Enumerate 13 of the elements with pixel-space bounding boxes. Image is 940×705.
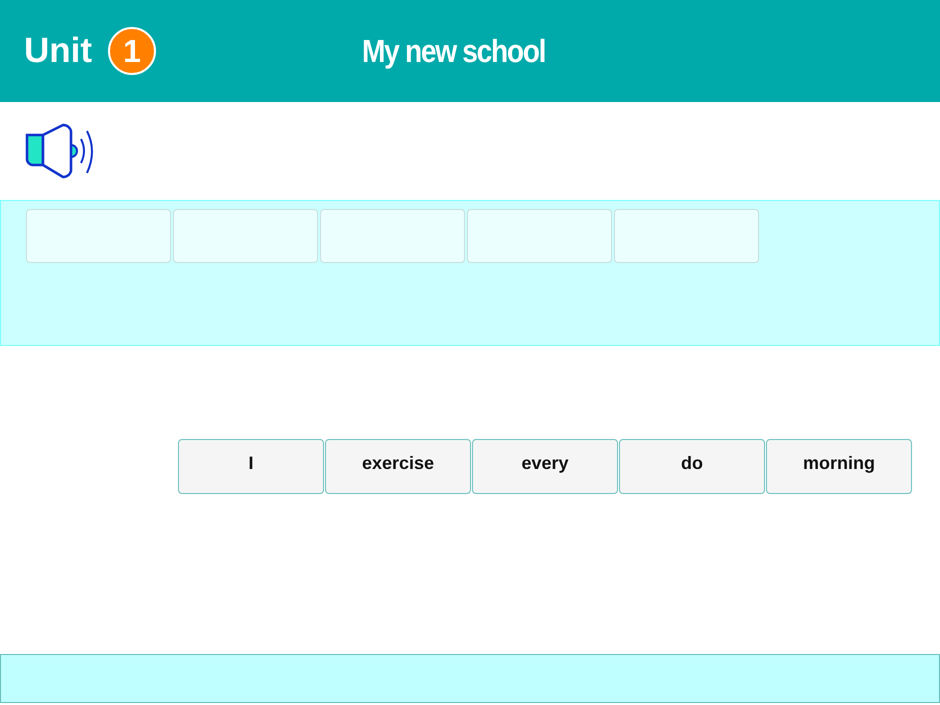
word-tile[interactable]: do (619, 439, 765, 494)
answer-slot[interactable] (614, 209, 759, 263)
answer-slot[interactable] (467, 209, 612, 263)
unit-number-badge: 1 (108, 27, 156, 75)
word-tile[interactable]: exercise (325, 439, 471, 494)
answer-slot[interactable] (26, 209, 171, 263)
lesson-title: My new school (362, 32, 546, 70)
answer-slot[interactable] (320, 209, 465, 263)
unit-label: Unit (24, 31, 92, 71)
word-tile[interactable]: every (472, 439, 618, 494)
answer-slot[interactable] (173, 209, 318, 263)
word-tile[interactable]: I (178, 439, 324, 494)
word-tile[interactable]: morning (766, 439, 912, 494)
